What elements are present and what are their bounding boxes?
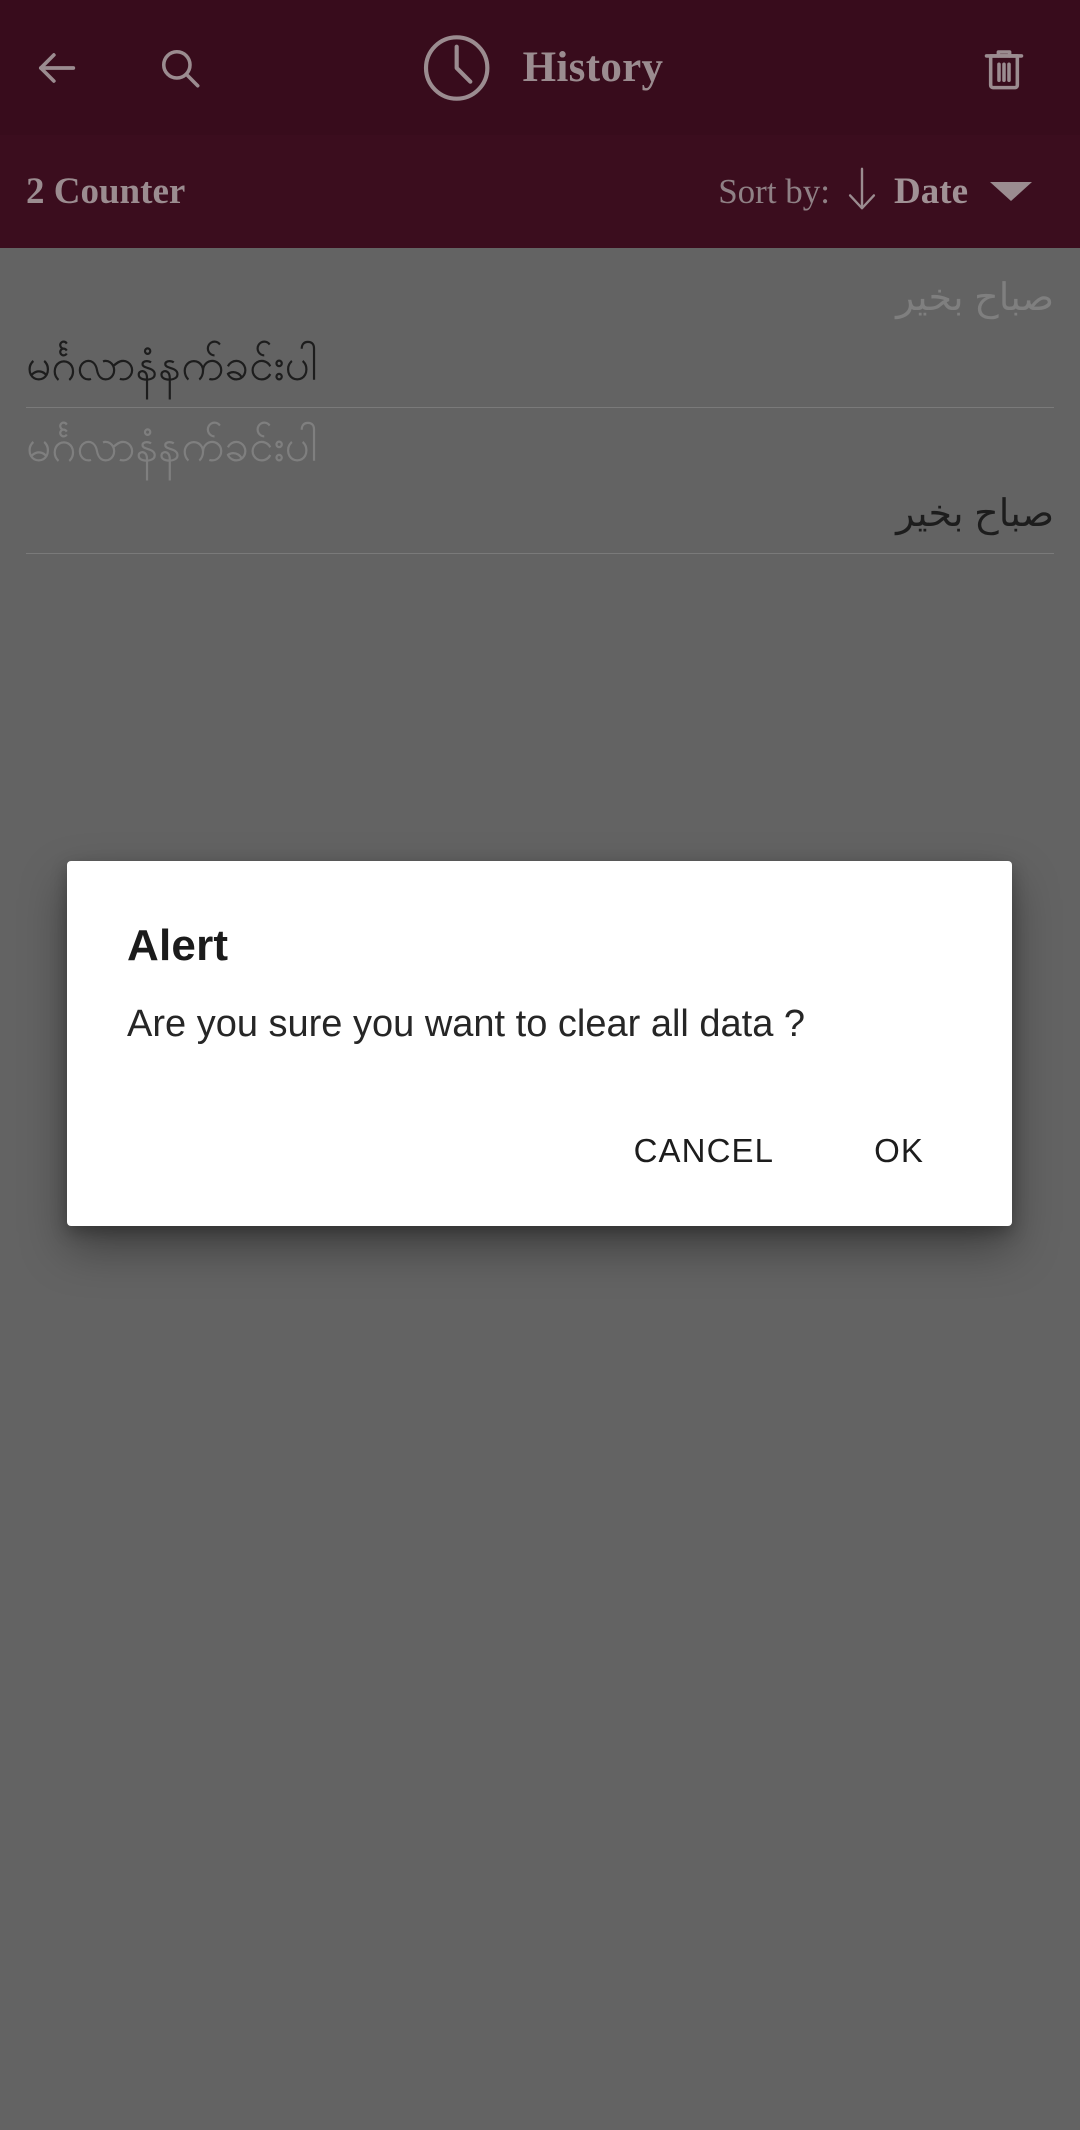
arrow-down-icon [840,163,884,220]
search-button[interactable] [132,20,228,116]
clock-icon [417,28,497,108]
page-title: History [522,44,664,91]
back-button[interactable] [8,20,104,116]
dialog-actions: CANCEL OK [67,1050,1012,1226]
sort-bar: 2 Counter Sort by: Date [0,135,1080,248]
trash-icon [979,43,1029,93]
dialog-message: Are you sure you want to clear all data … [127,1003,806,1045]
toolbar-title-group: History [417,28,664,108]
sort-direction-button[interactable] [830,160,894,224]
history-source-text: မင်္ဂလာနံနက်ခင်းပါ [26,421,318,471]
clear-all-button[interactable] [956,20,1052,116]
arrow-left-icon [30,42,82,94]
screen-root: History 2 Counter Sort by: Date صباح بخي… [0,0,1080,2130]
list-divider [26,406,1054,408]
search-icon [155,43,205,93]
ok-button[interactable]: OK [848,1112,950,1190]
dialog-title: Alert [127,921,229,970]
sort-dropdown-button[interactable] [968,160,1054,224]
sort-by-label: Sort by: [718,171,831,211]
cancel-button[interactable]: CANCEL [608,1112,800,1190]
top-app-bar: History [0,0,1080,135]
history-source-text: صباح بخير [896,277,1054,319]
list-item[interactable]: မင်္ဂလာနံနက်ခင်းပါ صباح بخير [0,412,1080,554]
sort-control[interactable]: Sort by: Date [718,160,1054,224]
alert-dialog: Alert Are you sure you want to clear all… [67,861,1012,1227]
list-divider [26,552,1054,554]
counter-label: 2 Counter [26,171,186,212]
list-item[interactable]: صباح بخير မင်္ဂလာနံနက်ခင်းပါ [0,266,1080,408]
history-target-text: မင်္ဂလာနံနက်ခင်းပါ [26,340,318,390]
caret-down-icon [990,182,1032,201]
sort-value-label[interactable]: Date [894,170,968,213]
history-target-text: صباح بخير [896,493,1054,536]
